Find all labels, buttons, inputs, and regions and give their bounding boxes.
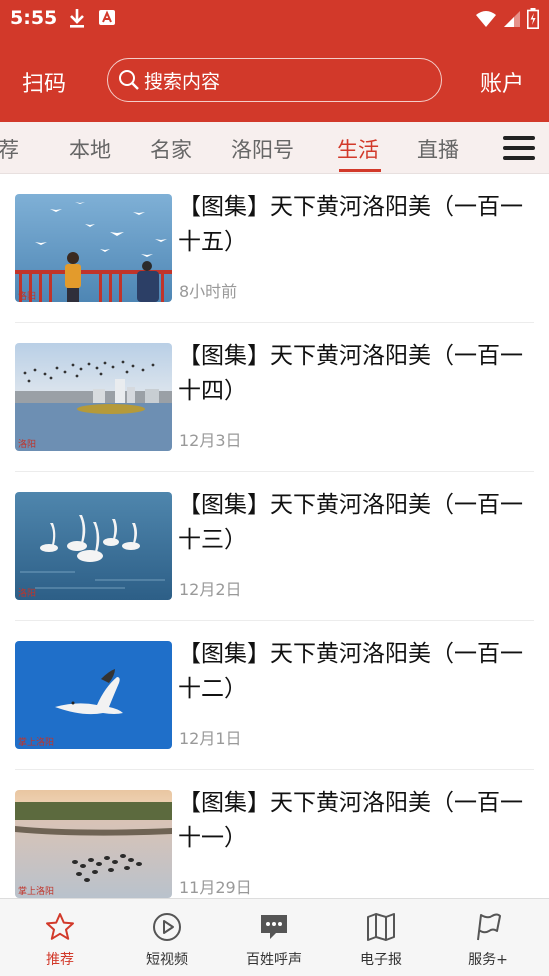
birds-over-river-city-photo: 洛阳 xyxy=(15,343,172,451)
wifi-icon xyxy=(476,10,496,27)
news-title: 【图集】天下黄河洛阳美（一百一十一） xyxy=(178,790,523,851)
search-input[interactable]: 搜索内容 xyxy=(107,58,442,102)
nav-label: 服务+ xyxy=(468,952,508,968)
menu-icon-bar xyxy=(503,156,535,160)
thumbnail-watermark: 洛阳 xyxy=(18,290,36,302)
app-header: 扫码 搜索内容 账户 xyxy=(0,38,549,122)
battery-icon xyxy=(527,8,539,29)
news-title: 【图集】天下黄河洛阳美（一百一十四） xyxy=(178,343,523,404)
status-time: 5:55 xyxy=(10,7,58,29)
active-tab-indicator xyxy=(339,169,381,172)
seagull-blue-sky-photo: 掌上洛阳 xyxy=(15,641,172,749)
nav-label: 短视频 xyxy=(146,952,188,968)
channel-menu-button[interactable] xyxy=(495,132,541,164)
tab-life[interactable]: 生活 xyxy=(337,134,379,164)
tab-live[interactable]: 直播 xyxy=(417,134,459,164)
tab-recommend-partial[interactable]: 荐 xyxy=(0,134,19,164)
news-time: 12月3日 xyxy=(179,431,242,450)
news-item[interactable]: 洛阳 【图集】天下黄河洛阳美（一百一十三） 12月2日 xyxy=(0,472,549,621)
map-book-icon xyxy=(367,913,395,941)
tab-famous[interactable]: 名家 xyxy=(150,134,192,164)
flag-icon xyxy=(477,913,501,941)
thumbnail-watermark: 洛阳 xyxy=(18,438,36,450)
status-notification-icons xyxy=(68,7,116,29)
play-circle-icon xyxy=(153,913,181,941)
bottom-navigation: 推荐 短视频 百姓呼声 电子报 服务+ xyxy=(0,898,549,976)
category-tabs: 荐 本地 名家 洛阳号 生活 直播 xyxy=(0,122,549,174)
nav-item-public-voice[interactable]: 百姓呼声 xyxy=(219,899,329,976)
star-icon xyxy=(46,913,74,940)
news-list: 洛阳 【图集】天下黄河洛阳美（一百一十五） 8小时前 洛阳 【图集】天下黄河洛阳… xyxy=(0,174,549,898)
news-time: 12月1日 xyxy=(179,729,242,748)
status-bar: 5:55 xyxy=(0,0,549,38)
nav-item-short-video[interactable]: 短视频 xyxy=(112,899,222,976)
thumbnail-watermark: 掌上洛阳 xyxy=(18,885,54,897)
tab-local[interactable]: 本地 xyxy=(69,134,111,164)
news-item[interactable]: 洛阳 【图集】天下黄河洛阳美（一百一十四） 12月3日 xyxy=(0,323,549,472)
menu-icon-bar xyxy=(503,146,535,150)
news-item[interactable]: 掌上洛阳 【图集】天下黄河洛阳美（一百一十二） 12月1日 xyxy=(0,621,549,770)
swans-on-water-photo: 洛阳 xyxy=(15,492,172,600)
signal-icon xyxy=(504,10,520,27)
menu-icon xyxy=(503,136,535,140)
news-title: 【图集】天下黄河洛阳美（一百一十二） xyxy=(178,641,523,702)
tab-luoyang-account[interactable]: 洛阳号 xyxy=(231,134,294,164)
nav-label: 电子报 xyxy=(360,952,402,968)
news-item[interactable]: 洛阳 【图集】天下黄河洛阳美（一百一十五） 8小时前 xyxy=(0,174,549,323)
news-title: 【图集】天下黄河洛阳美（一百一十三） xyxy=(178,492,523,553)
news-time: 8小时前 xyxy=(179,282,238,301)
nav-item-e-paper[interactable]: 电子报 xyxy=(326,899,436,976)
account-button[interactable]: 账户 xyxy=(480,66,524,98)
news-time: 12月2日 xyxy=(179,580,242,599)
app-notification-icon xyxy=(99,10,115,25)
news-item[interactable]: 掌上洛阳 【图集】天下黄河洛阳美（一百一十一） 11月29日 xyxy=(0,770,549,898)
search-icon xyxy=(119,70,139,90)
nav-label: 推荐 xyxy=(46,952,74,968)
download-icon xyxy=(70,9,84,28)
nav-item-services[interactable]: 服务+ xyxy=(433,899,543,976)
news-thumbnail: 洛阳 xyxy=(15,194,172,302)
thumbnail-watermark: 洛阳 xyxy=(18,587,36,599)
shorebirds-sunset-photo: 掌上洛阳 xyxy=(15,790,172,898)
news-thumbnail: 掌上洛阳 xyxy=(15,641,172,749)
news-thumbnail: 洛阳 xyxy=(15,492,172,600)
news-title: 【图集】天下黄河洛阳美（一百一十五） xyxy=(178,194,523,255)
search-placeholder: 搜索内容 xyxy=(144,70,221,93)
status-system-icons xyxy=(475,8,539,29)
scan-button[interactable]: 扫码 xyxy=(22,66,66,98)
nav-item-recommend[interactable]: 推荐 xyxy=(5,899,115,976)
thumbnail-watermark: 掌上洛阳 xyxy=(18,736,54,748)
chat-bubble-icon xyxy=(261,915,287,939)
news-thumbnail: 掌上洛阳 xyxy=(15,790,172,898)
nav-label: 百姓呼声 xyxy=(246,952,302,968)
news-time: 11月29日 xyxy=(179,878,252,897)
seagulls-lake-photo: 洛阳 xyxy=(15,194,172,302)
news-thumbnail: 洛阳 xyxy=(15,343,172,451)
